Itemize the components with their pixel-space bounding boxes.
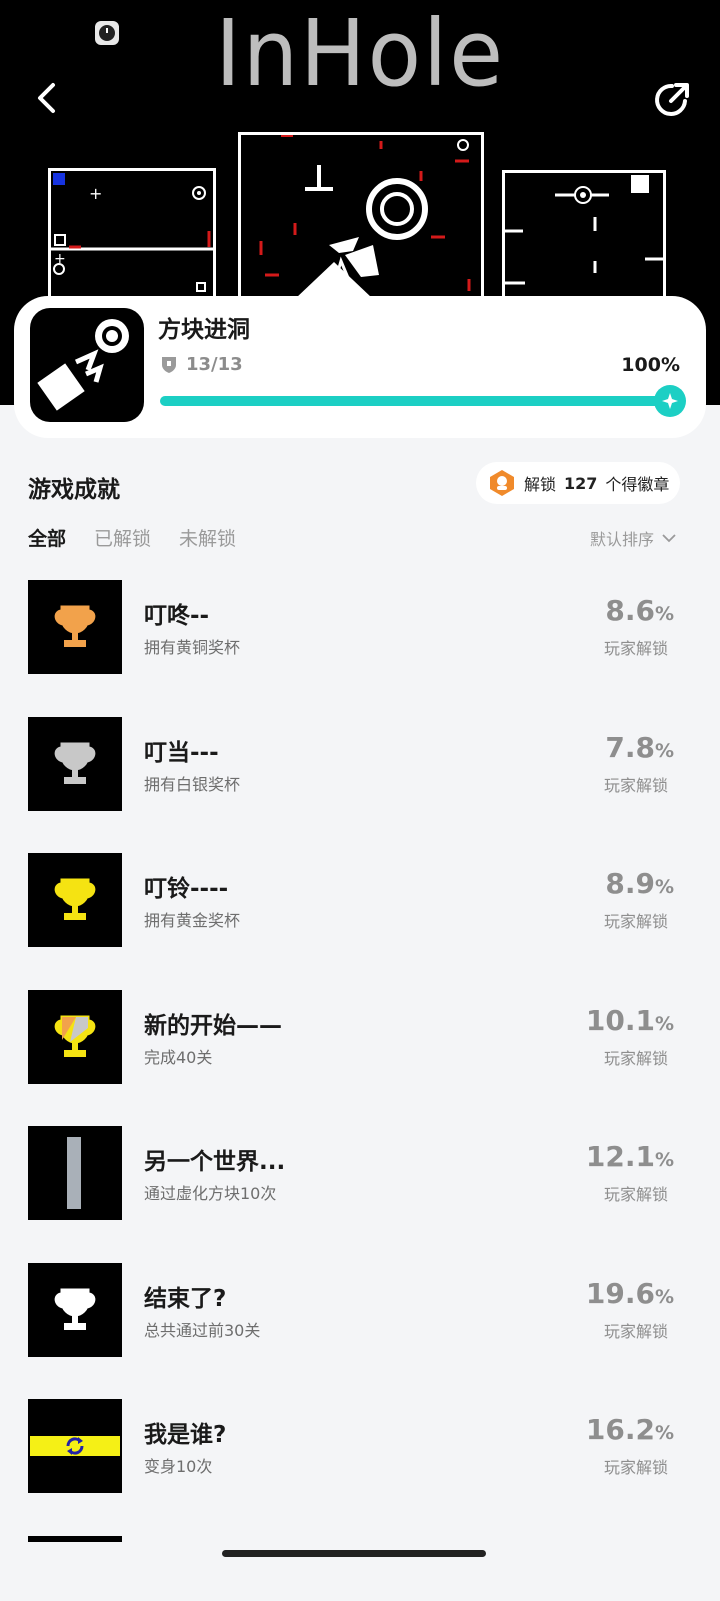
achievement-item[interactable]: 新的开始—— 完成40关 10.1% 玩家解锁 <box>0 989 720 1127</box>
achievement-unlock-label: 玩家解锁 <box>603 639 668 658</box>
badge-unlock-pill[interactable]: 解锁 127 个得徽章 <box>476 462 680 504</box>
achievement-unlock-label: 玩家解锁 <box>603 1321 668 1341</box>
chevron-left-icon <box>38 83 55 113</box>
home-indicator <box>222 1550 486 1557</box>
sort-dropdown[interactable]: 默认排序 <box>590 526 676 550</box>
achievement-rate: 16.2% <box>585 1413 674 1446</box>
achievement-desc: 完成40关 <box>144 1047 213 1067</box>
game-info-card: 方块进洞 13/13 100% <box>14 262 706 438</box>
progress-knob <box>654 385 686 417</box>
share-icon <box>655 83 689 116</box>
hero-title: InHole <box>215 0 505 107</box>
tab-all[interactable]: 全部 <box>28 524 66 551</box>
achievement-desc: 拥有白银奖杯 <box>144 774 241 794</box>
silver-trophy-icon <box>28 716 122 811</box>
achievement-item[interactable]: 我是谁? 变身10次 16.2% 玩家解锁 <box>0 1399 720 1536</box>
achievement-unlock-label: 玩家解锁 <box>603 1185 668 1204</box>
transform-icon <box>28 1399 122 1493</box>
achievement-title: 我是谁? <box>144 1422 227 1448</box>
achievement-rate: 8.6% <box>605 594 674 627</box>
achievement-desc: 变身10次 <box>144 1457 213 1476</box>
achievement-rate: 19.6% <box>585 1276 674 1310</box>
achievement-item[interactable]: 叮咚-- 拥有黄铜奖杯 8.6% 玩家解锁 <box>0 580 720 717</box>
gold-trophy-icon <box>28 853 122 947</box>
achievement-title: 叮当--- <box>144 739 219 766</box>
card-notch <box>296 262 372 298</box>
achievement-unlock-label: 玩家解锁 <box>603 912 668 931</box>
achievement-desc: 通过虚化方块10次 <box>144 1184 277 1203</box>
badge-prefix: 解锁 <box>524 475 557 494</box>
achievement-icon <box>28 1535 122 1542</box>
tab-unlocked[interactable]: 已解锁 <box>94 524 151 551</box>
achievement-rate: 10.1% <box>585 1003 674 1037</box>
share-button[interactable] <box>650 78 694 122</box>
svg-text:+: + <box>89 184 102 203</box>
achievement-item[interactable]: 结束了? 总共通过前30关 19.6% 玩家解锁 <box>0 1262 720 1400</box>
badge-suffix: 个得徽章 <box>605 475 670 494</box>
progress-fill <box>160 396 670 406</box>
back-button[interactable] <box>26 76 66 120</box>
section-title: 游戏成就 <box>28 477 120 503</box>
badge-icon <box>490 470 514 496</box>
trophy-count-value: 13/13 <box>186 354 243 375</box>
achievement-desc: 拥有黄铜奖杯 <box>144 638 241 657</box>
achievement-desc: 总共通过前30关 <box>144 1320 261 1340</box>
tab-locked[interactable]: 未解锁 <box>179 524 236 551</box>
level-preview-right <box>502 170 666 310</box>
svg-text:+: + <box>54 251 66 267</box>
achievement-item[interactable]: 叮铃---- 拥有黄金奖杯 8.9% 玩家解锁 <box>0 853 720 990</box>
achievement-desc: 拥有黄金奖杯 <box>144 911 241 930</box>
filter-tabs: 全部 已解锁 未解锁 <box>28 524 236 551</box>
trophy-count: 13/13 <box>160 354 243 375</box>
game-app-icon <box>30 308 144 422</box>
achievement-item[interactable]: 叮当--- 拥有白银奖杯 7.8% 玩家解锁 <box>0 716 720 854</box>
achievement-title: 叮咚-- <box>144 603 210 629</box>
achievement-item[interactable]: 另一个世界... 通过虚化方块10次 12.1% 玩家解锁 <box>0 1126 720 1263</box>
achievement-unlock-label: 玩家解锁 <box>603 1458 668 1477</box>
achievement-title: 叮铃---- <box>144 876 229 902</box>
game-name: 方块进洞 <box>158 317 250 343</box>
trophy-shield-icon <box>162 356 176 373</box>
achievement-title: 结束了? <box>144 1285 227 1312</box>
achievement-list: 叮咚-- 拥有黄铜奖杯 8.6% 玩家解锁 叮当--- 拥有白银奖杯 7.8% … <box>0 580 720 1556</box>
bronze-trophy-icon <box>28 580 122 674</box>
mixed-trophy-icon <box>28 989 122 1084</box>
clock-icon <box>95 21 119 45</box>
sort-label: 默认排序 <box>589 530 654 549</box>
progress-percent: 100% <box>621 354 680 376</box>
progress-bar <box>160 385 686 417</box>
chevron-down-icon <box>662 534 676 543</box>
achievement-unlock-label: 玩家解锁 <box>603 1048 668 1068</box>
achievement-unlock-label: 玩家解锁 <box>603 775 668 795</box>
achievement-title: 另一个世界... <box>144 1149 286 1175</box>
achievement-rate: 8.9% <box>605 867 674 900</box>
achievement-rate: 12.1% <box>585 1140 674 1173</box>
achievement-title: 新的开始—— <box>144 1012 282 1039</box>
achievement-rate: 7.8% <box>605 730 674 764</box>
sparkle-icon <box>662 393 678 409</box>
grey-bar-icon <box>28 1126 122 1220</box>
white-trophy-icon <box>28 1262 122 1357</box>
badge-count: 127 <box>564 473 598 493</box>
